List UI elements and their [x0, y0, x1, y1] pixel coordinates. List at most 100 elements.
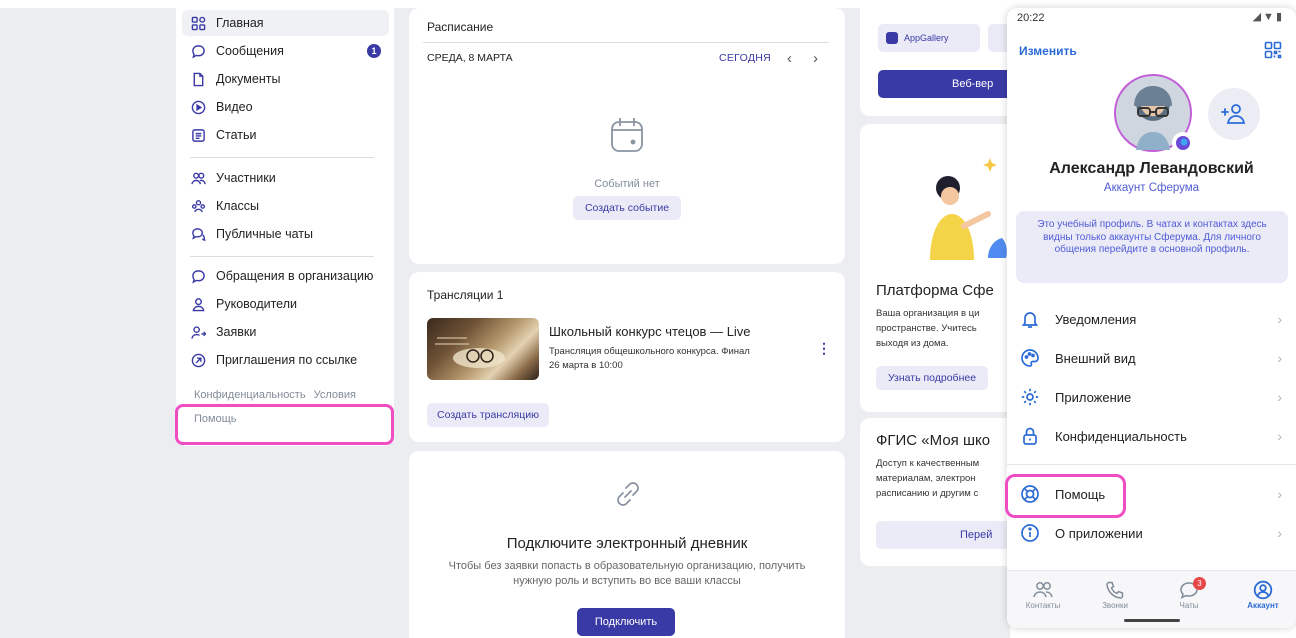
- chevron-right-icon: ›: [1277, 428, 1282, 444]
- sidebar-divider: [190, 157, 374, 158]
- sidebar-item-members[interactable]: Участники: [182, 165, 389, 191]
- lock-icon: [1019, 425, 1041, 447]
- appgallery-label: AppGallery: [904, 33, 949, 43]
- tab-label: Аккаунт: [1247, 601, 1279, 610]
- privacy-link[interactable]: Конфиденциальность: [194, 389, 306, 401]
- account-type: Аккаунт Сферума: [1103, 182, 1200, 194]
- sferum-badge-icon: [1172, 132, 1194, 154]
- menu-notifications[interactable]: Уведомления ›: [1007, 300, 1296, 338]
- platform-text: выходя из дома.: [876, 338, 949, 349]
- schedule-title: Расписание: [427, 20, 494, 34]
- unread-badge: 1: [367, 44, 381, 58]
- classes-icon: [190, 198, 206, 214]
- sidebar-item-classes[interactable]: Классы: [182, 193, 389, 219]
- go-to-button[interactable]: Перей: [876, 521, 1016, 549]
- chevron-right-icon: ›: [1277, 350, 1282, 366]
- sidebar-divider: [190, 256, 374, 257]
- add-friend-button[interactable]: [1208, 88, 1260, 140]
- menu-label: Уведомления: [1055, 311, 1137, 327]
- sidebar-item-label: Видео: [216, 100, 253, 114]
- sidebar-item-invite-links[interactable]: Приглашения по ссылке: [182, 347, 389, 373]
- sidebar-item-label: Классы: [216, 199, 260, 213]
- tab-account[interactable]: Аккаунт: [1233, 579, 1293, 610]
- tab-contacts[interactable]: Контакты: [1013, 579, 1073, 610]
- tab-chats[interactable]: 3 Чаты: [1159, 577, 1219, 610]
- prev-day-button[interactable]: ‹: [787, 50, 792, 67]
- learn-more-button[interactable]: Узнать подробнее: [876, 366, 988, 390]
- create-stream-button[interactable]: Создать трансляцию: [427, 403, 549, 427]
- tab-label: Чаты: [1179, 601, 1199, 610]
- sidebar-item-label: Руководители: [216, 297, 297, 311]
- bell-icon: [1019, 308, 1041, 330]
- apps-card: AppGallery Веб-вер: [860, 8, 1018, 116]
- arrow-circle-icon: [190, 352, 206, 368]
- platform-text: Ваша организация в ци: [876, 308, 980, 319]
- sidebar-item-label: Заявки: [216, 325, 257, 339]
- sidebar-item-managers[interactable]: Руководители: [182, 291, 389, 317]
- connect-button[interactable]: Подключить: [577, 608, 675, 636]
- home-grid-icon: [190, 15, 206, 31]
- play-circle-icon: [190, 99, 206, 115]
- diary-title: Подключите электронный дневник: [506, 535, 748, 552]
- account-icon: [1233, 579, 1293, 601]
- streams-title: Трансляции 1: [427, 288, 504, 302]
- sidebar-item-video[interactable]: Видео: [182, 94, 389, 120]
- sidebar-item-applications[interactable]: Заявки: [182, 319, 389, 345]
- chevron-right-icon: ›: [1277, 311, 1282, 327]
- menu-label: О приложении: [1055, 525, 1143, 541]
- menu-appearance[interactable]: Внешний вид ›: [1007, 339, 1296, 377]
- diary-card: Подключите электронный дневник Чтобы без…: [409, 451, 845, 638]
- appgallery-button[interactable]: AppGallery: [878, 24, 980, 52]
- info-icon: [1019, 522, 1041, 544]
- diary-description: Чтобы без заявки попасть в образовательн…: [409, 559, 845, 589]
- palette-icon: [1019, 347, 1041, 369]
- diary-description-line: Чтобы без заявки попасть в образовательн…: [448, 560, 806, 572]
- schedule-card: Расписание СРЕДА, 8 МАРТА СЕГОДНЯ ‹ › Со…: [409, 8, 845, 264]
- platform-illustration: [904, 154, 1010, 269]
- menu-about[interactable]: О приложении ›: [1007, 514, 1296, 552]
- sidebar-item-public-chats[interactable]: Публичные чаты: [182, 221, 389, 247]
- diary-description-line: нужную роль и вступить во все ваши класс…: [513, 575, 741, 587]
- phone-account-screen: 20:22 ◢▼▮ Изменить Александр Левандовски…: [1007, 8, 1296, 628]
- fgis-card: ФГИС «Моя шко Доступ к качественным мате…: [860, 418, 1016, 566]
- sidebar-item-label: Статьи: [216, 128, 257, 142]
- help-highlight-frame: [1005, 474, 1126, 518]
- profile-name: Александр Левандовский: [1049, 160, 1254, 177]
- article-icon: [190, 127, 206, 143]
- sidebar-item-org-requests[interactable]: Обращения в организацию: [182, 263, 389, 289]
- fgis-title: ФГИС «Моя шко: [876, 432, 991, 449]
- menu-privacy[interactable]: Конфиденциальность ›: [1007, 417, 1296, 455]
- sidebar-item-articles[interactable]: Статьи: [182, 122, 389, 148]
- fgis-text: материалам, электрон: [876, 473, 976, 484]
- study-profile-notice: Это учебный профиль. В чатах и контактах…: [1016, 211, 1288, 283]
- sidebar-item-messages[interactable]: Сообщения 1: [182, 38, 389, 64]
- sidebar-item-label: Обращения в организацию: [216, 269, 374, 283]
- no-events-text: Событий нет: [594, 178, 660, 190]
- sidebar-item-label: Участники: [216, 171, 276, 185]
- terms-link[interactable]: Условия: [314, 389, 356, 401]
- tab-calls[interactable]: Звонки: [1085, 579, 1145, 610]
- stream-more-button[interactable]: ⋮: [817, 340, 831, 357]
- create-event-button[interactable]: Создать событие: [573, 196, 681, 220]
- sidebar-item-label: Документы: [216, 72, 281, 86]
- sidebar-item-documents[interactable]: Документы: [182, 66, 389, 92]
- phone-icon: [1085, 579, 1145, 601]
- stream-title[interactable]: Школьный конкурс чтецов — Live: [549, 324, 751, 339]
- stream-subtitle: Трансляция общешкольного конкурса. Финал: [549, 346, 750, 357]
- edit-profile-button[interactable]: Изменить: [1019, 44, 1077, 58]
- today-button[interactable]: СЕГОДНЯ: [719, 52, 771, 64]
- person-icon: [190, 296, 206, 312]
- platform-title: Платформа Сфе: [876, 282, 994, 299]
- chevron-right-icon: ›: [1277, 389, 1282, 405]
- qr-code-icon[interactable]: [1264, 41, 1282, 59]
- message-icon: [190, 268, 206, 284]
- menu-application[interactable]: Приложение ›: [1007, 378, 1296, 416]
- web-version-button[interactable]: Веб-вер: [878, 70, 1018, 98]
- next-day-button[interactable]: ›: [813, 50, 818, 67]
- stream-thumbnail[interactable]: [427, 318, 539, 380]
- sidebar-item-home[interactable]: Главная: [182, 10, 389, 36]
- public-chat-icon: [190, 226, 206, 242]
- members-icon: [190, 170, 206, 186]
- left-sidebar: Главная Сообщения 1 Документы Видео Стат…: [176, 8, 394, 446]
- appgallery-icon: [886, 32, 898, 44]
